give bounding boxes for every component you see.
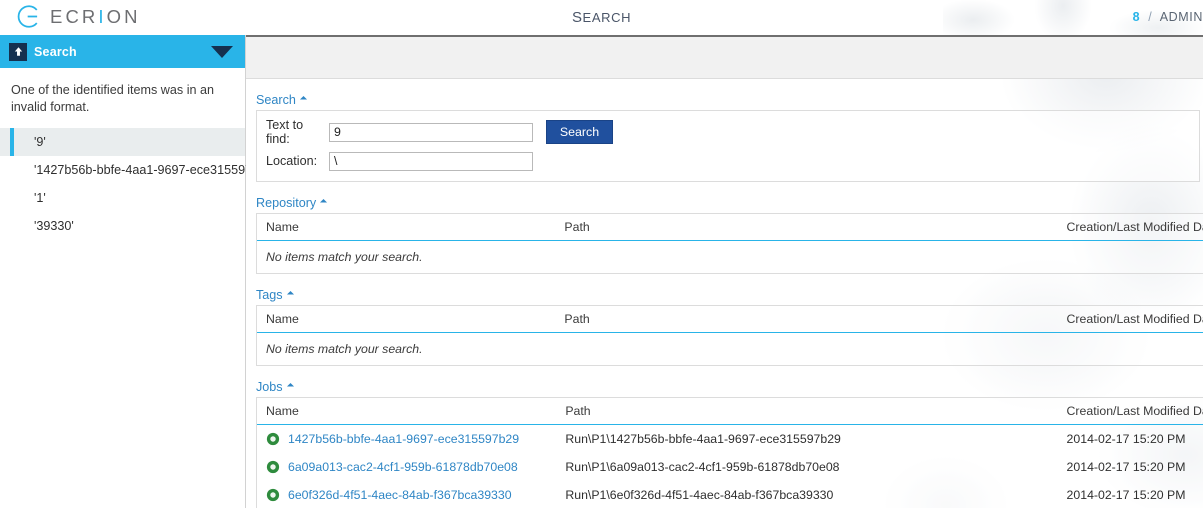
location-row: Location: <box>257 149 1199 173</box>
column-header-path[interactable]: Path <box>555 306 1058 333</box>
notification-badge[interactable]: 8 <box>1133 10 1141 24</box>
sidebar-panel-title: Search <box>34 44 77 59</box>
jobs-table: Name Path Creation/Last Modified Date <box>257 398 1203 508</box>
repository-section-title: Repository <box>256 196 317 210</box>
job-name-cell: 1427b56b-bbfe-4aa1-9697-ece315597b29 <box>257 425 556 454</box>
search-button[interactable]: Search <box>546 120 613 144</box>
collapse-triangle-icon[interactable] <box>320 198 328 206</box>
tags-section-header[interactable]: Tags <box>256 288 1203 305</box>
page-title-initial: S <box>571 9 583 26</box>
job-path-cell: Run\P1\1427b56b-bbfe-4aa1-9697-ece315597… <box>565 432 841 446</box>
column-header-date[interactable]: Creation/Last Modified Date <box>1057 214 1203 241</box>
column-header-date[interactable]: Creation/Last Modified Date <box>1057 398 1203 425</box>
tags-table-wrap: Name Path Creation/Last Modified Date No… <box>256 305 1203 366</box>
green-gear-status-icon <box>266 432 280 446</box>
search-form: Text to find: Search Location: <box>256 110 1200 182</box>
table-header-row: Name Path Creation/Last Modified Date <box>257 214 1203 241</box>
table-row[interactable]: 6a09a013-cac2-4cf1-959b-61878db70e08 Run… <box>257 453 1203 481</box>
collapse-triangle-icon[interactable] <box>286 290 294 298</box>
sidebar-item-label: '39330' <box>34 219 74 233</box>
panel-area: Search Text to find: Search Location: Re… <box>246 79 1203 508</box>
job-link[interactable]: 6e0f326d-4f51-4aec-84ab-f367bca39330 <box>288 488 512 502</box>
repository-section-header[interactable]: Repository <box>256 196 1203 213</box>
collapse-triangle-icon[interactable] <box>286 382 294 390</box>
green-gear-status-icon <box>266 488 280 502</box>
user-name-label[interactable]: ADMIN <box>1160 10 1203 24</box>
sidebar-item-label: '1427b56b-bbfe-4aa1-9697-ece315597b29' <box>34 163 276 177</box>
repository-table: Name Path Creation/Last Modified Date <box>257 214 1203 241</box>
column-header-path[interactable]: Path <box>556 398 1058 425</box>
column-header-date[interactable]: Creation/Last Modified Date <box>1057 306 1203 333</box>
search-section: Search Text to find: Search Location: <box>256 93 1203 182</box>
user-separator: / <box>1148 10 1153 24</box>
content-toolbar <box>246 35 1203 79</box>
jobs-section-header[interactable]: Jobs <box>256 380 1203 397</box>
text-to-find-row: Text to find: Search <box>257 118 1199 146</box>
job-date-cell: 2014-02-17 15:20 PM <box>1066 488 1186 502</box>
location-input[interactable] <box>329 151 533 171</box>
column-header-name[interactable]: Name <box>257 398 557 425</box>
sidebar-item-label: '1' <box>34 191 46 205</box>
user-account-area[interactable]: 8 / ADMIN <box>1133 10 1203 24</box>
page-title: SEARCH <box>0 9 1203 26</box>
sidebar-item-1[interactable]: '1427b56b-bbfe-4aa1-9697-ece315597b29' <box>0 156 276 184</box>
app-header: ECRION SEARCH 8 / ADMIN <box>0 0 1203 35</box>
sidebar-item-2[interactable]: '1' <box>0 184 245 212</box>
job-path-cell: Run\P1\6a09a013-cac2-4cf1-959b-61878db70… <box>565 460 840 474</box>
job-date-cell: 2014-02-17 15:20 PM <box>1066 432 1186 446</box>
sidebar-item-3[interactable]: '39330' <box>0 212 245 240</box>
table-row[interactable]: 1427b56b-bbfe-4aa1-9697-ece315597b29 Run… <box>257 425 1203 454</box>
text-to-find-label: Text to find: <box>266 118 304 146</box>
jobs-table-wrap: Name Path Creation/Last Modified Date <box>256 397 1203 508</box>
collapse-triangle-icon[interactable] <box>299 95 307 103</box>
column-header-name[interactable]: Name <box>257 306 556 333</box>
tags-table: Name Path Creation/Last Modified Date <box>257 306 1203 333</box>
sidebar: Search One of the identified items was i… <box>0 35 276 508</box>
repository-section: Repository Name Path Creation/Last Modif… <box>256 196 1203 274</box>
job-name-cell: 6e0f326d-4f51-4aec-84ab-f367bca39330 <box>257 481 556 508</box>
green-gear-status-icon <box>266 460 280 474</box>
job-path-cell: Run\P1\6e0f326d-4f51-4aec-84ab-f367bca39… <box>565 488 834 502</box>
table-row[interactable]: 6e0f326d-4f51-4aec-84ab-f367bca39330 Run… <box>257 481 1203 508</box>
job-name-cell: 6a09a013-cac2-4cf1-959b-61878db70e08 <box>257 453 556 481</box>
sidebar-item-label: '9' <box>34 135 46 149</box>
table-header-row: Name Path Creation/Last Modified Date <box>257 306 1203 333</box>
job-link[interactable]: 1427b56b-bbfe-4aa1-9697-ece315597b29 <box>288 432 519 446</box>
location-label: Location: <box>266 154 318 168</box>
tags-section-title: Tags <box>256 288 283 302</box>
page-title-rest: EARCH <box>582 10 632 25</box>
jobs-section: Jobs Name Path Creation/Last Modified Da… <box>256 380 1203 508</box>
sidebar-result-list: '9' '1427b56b-bbfe-4aa1-9697-ece315597b2… <box>0 128 276 240</box>
main-content: Search Text to find: Search Location: Re… <box>246 35 1203 508</box>
repository-empty-message: No items match your search. <box>266 250 423 264</box>
job-date-cell: 2014-02-17 15:20 PM <box>1066 460 1186 474</box>
chevron-down-icon[interactable] <box>211 45 233 58</box>
column-header-path[interactable]: Path <box>555 214 1058 241</box>
up-arrow-icon <box>9 42 27 61</box>
search-section-header[interactable]: Search <box>256 93 1203 110</box>
search-section-title: Search <box>256 93 296 107</box>
jobs-section-title: Jobs <box>256 380 283 394</box>
sidebar-error-message: One of the identified items was in an in… <box>11 83 215 114</box>
search-text-input[interactable] <box>329 122 533 142</box>
table-header-row: Name Path Creation/Last Modified Date <box>257 398 1203 425</box>
column-header-name[interactable]: Name <box>257 214 556 241</box>
sidebar-item-0[interactable]: '9' <box>0 128 245 156</box>
job-link[interactable]: 6a09a013-cac2-4cf1-959b-61878db70e08 <box>288 460 518 474</box>
repository-table-wrap: Name Path Creation/Last Modified Date No… <box>256 213 1203 274</box>
sidebar-panel-header[interactable]: Search <box>0 35 245 68</box>
tags-section: Tags Name Path Creation/Last Modified Da… <box>256 288 1203 366</box>
tags-empty-message: No items match your search. <box>266 342 423 356</box>
